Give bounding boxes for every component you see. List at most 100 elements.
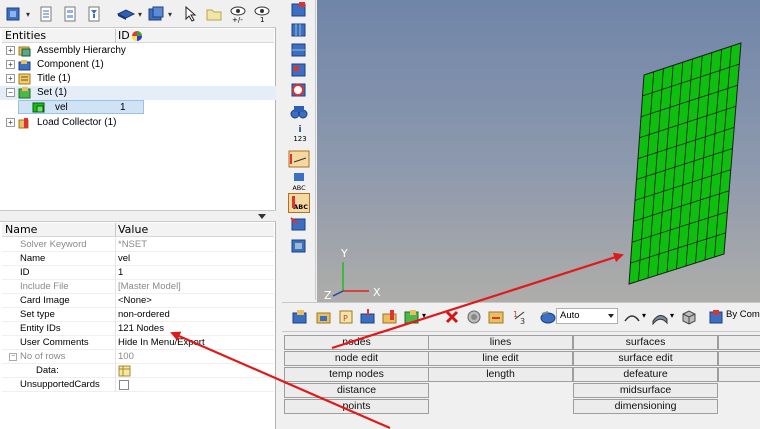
panel-splitter[interactable]	[0, 210, 276, 222]
lines-button[interactable]: lines	[428, 335, 573, 350]
shell-mesh[interactable]	[628, 42, 742, 285]
property-name: Name	[20, 253, 46, 264]
graphics-viewport[interactable]: Y X Z	[317, 0, 760, 302]
selection-mode-dropdown[interactable]: Auto	[556, 308, 618, 324]
tree-item-label: Title (1)	[37, 73, 71, 84]
temp-nodes-button[interactable]: temp nodes	[284, 367, 429, 382]
defeature-button[interactable]: defeature	[573, 367, 718, 382]
filter-icon[interactable]	[84, 4, 104, 24]
solid-cube-icon[interactable]	[680, 309, 696, 325]
text-label-icon[interactable]: ABC	[289, 172, 309, 192]
tree-item-component[interactable]: + Component (1)	[0, 58, 276, 72]
property-icon[interactable]: P	[338, 309, 354, 325]
table-edit-icon[interactable]	[118, 365, 131, 377]
name-column[interactable]: Name	[5, 223, 37, 236]
line-edit-button[interactable]: line edit	[428, 351, 573, 366]
color-wheel-icon[interactable]	[131, 30, 143, 42]
by-comp-icon[interactable]	[708, 309, 724, 325]
collapse-tree-icon[interactable]	[60, 4, 80, 24]
select-cursor-icon[interactable]	[180, 4, 200, 24]
id-column[interactable]: ID	[118, 29, 130, 42]
material-icon[interactable]	[316, 309, 332, 325]
entity-label-icon[interactable]: ABC	[288, 193, 310, 213]
property-row[interactable]: ID 1	[2, 266, 274, 280]
mesh-view-icon[interactable]	[290, 2, 308, 18]
expand-icon[interactable]: +	[6, 60, 15, 69]
expand-icon[interactable]: +	[6, 46, 15, 55]
left-panel: ▾ ▾ ▾ +/- 1 Entities ID + Assembly Hiera…	[0, 0, 276, 429]
panel-button-cut[interactable]	[718, 351, 760, 366]
property-row[interactable]: Card Image <None>	[2, 294, 274, 308]
box-icon[interactable]	[290, 238, 308, 254]
property-row[interactable]: Set type non-ordered	[2, 308, 274, 322]
elements-icon[interactable]	[290, 22, 308, 38]
property-value[interactable]: 1	[118, 266, 123, 280]
load-icon[interactable]	[360, 309, 376, 325]
property-value[interactable]: non-ordered	[118, 308, 170, 322]
property-row[interactable]: Name vel	[2, 252, 274, 266]
property-value[interactable]: <None>	[118, 294, 152, 308]
property-row[interactable]: Data:	[2, 364, 274, 378]
panel-button-cut[interactable]	[718, 367, 760, 382]
features-icon[interactable]	[290, 62, 308, 78]
measure-icon[interactable]	[288, 150, 310, 168]
by-comp-label[interactable]: By Comp	[726, 309, 760, 320]
title-icon	[18, 73, 31, 85]
midsurface-button[interactable]: midsurface	[573, 383, 718, 398]
set-tool-icon[interactable]	[404, 309, 420, 325]
tree-item-assembly[interactable]: + Assembly Hierarchy	[0, 44, 276, 58]
expand-icon[interactable]: +	[6, 118, 15, 127]
display-icon[interactable]	[290, 216, 308, 232]
svg-text:+/-: +/-	[232, 16, 243, 23]
select-mode-icon[interactable]	[540, 309, 556, 325]
surface-edit-button[interactable]: surface edit	[573, 351, 718, 366]
entities-column[interactable]: Entities	[5, 29, 46, 42]
normals-icon[interactable]	[290, 82, 308, 98]
unsupported-cards-checkbox[interactable]	[119, 380, 129, 390]
selection-mode-value: Auto	[560, 310, 580, 321]
property-row[interactable]: User Comments Hide In Menu/Export	[2, 336, 274, 350]
tree-item-set[interactable]: − Set (1)	[0, 86, 276, 100]
show-hide-icon[interactable]: +/-	[228, 4, 248, 24]
dimensioning-button[interactable]: dimensioning	[573, 399, 718, 414]
property-value[interactable]: vel	[118, 252, 130, 266]
tree-item-vel[interactable]: vel 1	[18, 100, 144, 114]
folder-icon[interactable]	[204, 4, 224, 24]
expand-tree-icon[interactable]	[36, 4, 56, 24]
property-row[interactable]: UnsupportedCards	[2, 378, 274, 392]
collapse-icon[interactable]: −	[6, 88, 15, 97]
isolate-icon[interactable]: 1	[252, 4, 272, 24]
tree-item-label: Set (1)	[37, 87, 68, 98]
property-value[interactable]: 121 Nodes	[118, 322, 164, 336]
tree-item-title[interactable]: + Title (1)	[0, 72, 276, 86]
property-value[interactable]: Hide In Menu/Export	[118, 336, 205, 350]
organize-icon[interactable]	[488, 309, 504, 325]
group-icon[interactable]	[382, 309, 398, 325]
solids-icon[interactable]	[146, 4, 166, 24]
numbers-icon[interactable]: i 123	[292, 126, 308, 148]
expand-icon[interactable]: +	[6, 74, 15, 83]
panel-button-cut[interactable]	[718, 335, 760, 350]
nodes-button[interactable]: nodes	[284, 335, 429, 350]
component-view-icon[interactable]	[4, 4, 24, 24]
shaded-icon[interactable]	[290, 42, 308, 58]
binoculars-icon[interactable]	[290, 104, 308, 120]
length-button[interactable]: length	[428, 367, 573, 382]
node-edit-button[interactable]: node edit	[284, 351, 429, 366]
svg-text:P: P	[343, 314, 348, 323]
curve-icon[interactable]	[624, 309, 640, 325]
entity-icon[interactable]	[466, 309, 482, 325]
part-view-icon[interactable]	[116, 4, 136, 24]
tree-item-load-collector[interactable]: + Load Collector (1)	[0, 116, 276, 130]
model-toolbar: P ▾ 13 ▾ ▾	[282, 302, 760, 332]
component-tool-icon[interactable]	[292, 309, 308, 325]
delete-icon[interactable]	[444, 309, 460, 325]
collapse-icon[interactable]: −	[9, 353, 17, 361]
value-column[interactable]: Value	[118, 223, 148, 236]
property-row[interactable]: Entity IDs 121 Nodes	[2, 322, 274, 336]
renumber-icon[interactable]: 13	[512, 309, 528, 325]
surfaces-button[interactable]: surfaces	[573, 335, 718, 350]
points-button[interactable]: points	[284, 399, 429, 414]
distance-button[interactable]: distance	[284, 383, 429, 398]
surface-type-icon[interactable]	[652, 309, 668, 325]
